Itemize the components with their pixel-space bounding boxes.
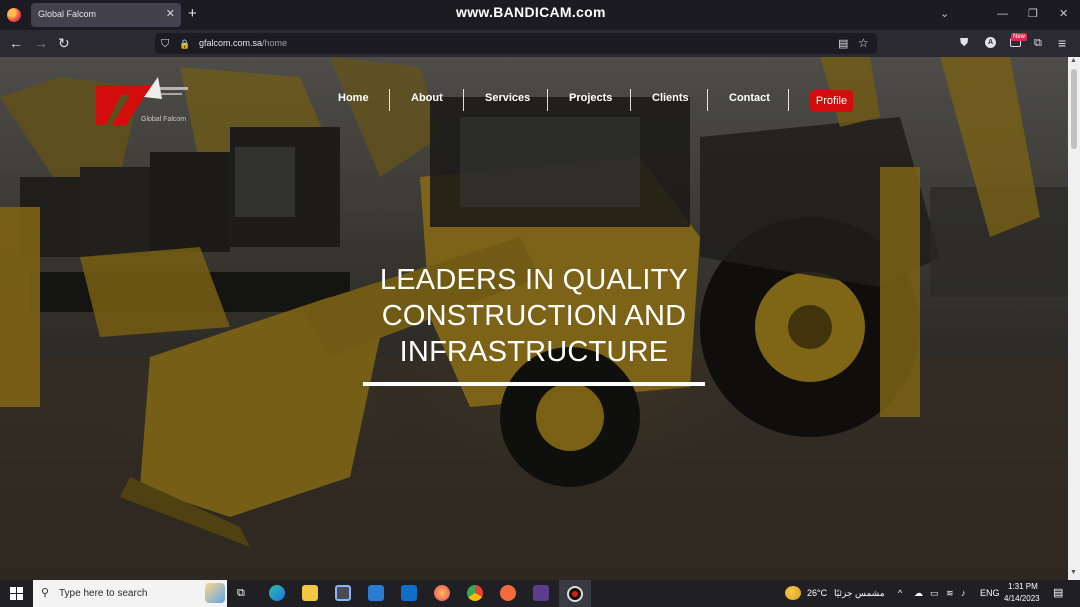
nav-divider	[707, 89, 708, 111]
list-tabs-icon[interactable]: ⌄	[940, 6, 949, 22]
language-indicator[interactable]: ENG	[980, 588, 1000, 598]
hero-heading: LEADERS IN QUALITY CONSTRUCTION AND INFR…	[334, 262, 734, 370]
firefox-logo-icon[interactable]	[7, 8, 21, 22]
scroll-up-icon[interactable]: ▲	[1070, 57, 1077, 64]
nav-clients[interactable]: Clients	[652, 92, 689, 104]
hero-line-2: CONSTRUCTION AND	[381, 300, 687, 332]
nav-divider	[463, 89, 464, 111]
firefox-taskbar-icon[interactable]	[434, 585, 450, 601]
pocket-icon[interactable]: ⛊	[960, 35, 968, 51]
restore-button[interactable]: ❐	[1028, 6, 1038, 22]
nav-about[interactable]: About	[411, 92, 443, 104]
chevron-up-icon[interactable]: ^	[898, 588, 902, 598]
scroll-thumb[interactable]	[1071, 69, 1077, 149]
logo-caption: Global Falcom	[141, 116, 187, 123]
minimize-button[interactable]: —	[997, 6, 1008, 22]
hero-underline	[363, 382, 705, 386]
store-icon[interactable]	[335, 585, 351, 601]
forward-icon[interactable]: →	[34, 35, 48, 51]
nav-divider	[547, 89, 548, 111]
bandicam-watermark: www.BANDICAM.com	[456, 4, 606, 20]
lock-icon[interactable]: 🔒	[179, 36, 190, 52]
hero-line-1: LEADERS IN QUALITY	[379, 264, 689, 296]
weather-description[interactable]: مشمس جزئيًا	[834, 588, 885, 599]
new-badge: New	[1011, 33, 1028, 41]
menu-icon[interactable]: ≡	[1058, 35, 1066, 51]
taskbar-search-box[interactable]: ⚲ Type here to search	[33, 580, 227, 607]
mail-icon[interactable]	[368, 585, 384, 601]
back-icon[interactable]: ←	[9, 35, 23, 51]
record-icon	[567, 586, 583, 602]
title-bar: Global Falcom ✕ + www.BANDICAM.com ⌄ — ❐…	[0, 0, 1080, 30]
tab-global-falcom[interactable]: Global Falcom ✕	[31, 3, 181, 27]
vscode-icon[interactable]	[401, 585, 417, 601]
tab-title: Global Falcom	[38, 9, 97, 19]
nav-contact[interactable]: Contact	[729, 92, 770, 104]
reader-view-icon[interactable]: ▤	[838, 36, 848, 52]
nav-home[interactable]: Home	[338, 92, 369, 104]
hero-line-3: INFRASTRUCTURE	[399, 336, 669, 368]
nav-divider	[788, 89, 789, 111]
new-tab-button[interactable]: +	[188, 5, 197, 23]
close-window-button[interactable]: ✕	[1059, 6, 1068, 22]
profile-button[interactable]: Profile	[810, 90, 853, 112]
extensions-icon[interactable]: ⧉	[1034, 35, 1042, 51]
file-explorer-icon[interactable]	[302, 585, 318, 601]
chrome-icon[interactable]	[467, 585, 483, 601]
clock-date[interactable]: 4/14/2023	[1004, 594, 1040, 603]
bookmark-star-icon[interactable]: ☆	[858, 35, 869, 51]
wifi-icon[interactable]: ≋	[946, 588, 954, 599]
browser-window: Global Falcom ✕ + www.BANDICAM.com ⌄ — ❐…	[0, 0, 1080, 580]
onedrive-icon[interactable]: ☁	[914, 588, 923, 599]
search-placeholder: Type here to search	[59, 588, 148, 599]
nav-projects[interactable]: Projects	[569, 92, 612, 104]
nav-divider	[630, 89, 631, 111]
navigation-toolbar: ← → ↻ ⛉ 🔒 gfalcom.com.sa/home ▤ ☆ ⛊ A Ne…	[0, 30, 1080, 57]
windows-start-icon[interactable]	[10, 587, 23, 600]
weather-icon[interactable]	[785, 586, 801, 600]
notifications-icon[interactable]: ▤	[1053, 586, 1063, 599]
url-text: gfalcom.com.sa/home	[199, 38, 287, 48]
search-icon: ⚲	[41, 587, 50, 599]
address-bar[interactable]: ⛉ 🔒 gfalcom.com.sa/home ▤ ☆	[155, 33, 877, 54]
edge-icon[interactable]	[269, 585, 285, 601]
windows-taskbar: ⚲ Type here to search ⧉ 26°C مشمس جزئيًا…	[0, 580, 1080, 607]
reload-icon[interactable]: ↻	[58, 35, 70, 51]
shield-icon[interactable]: ⛉	[161, 36, 169, 52]
weather-temperature[interactable]: 26°C	[807, 588, 827, 598]
scroll-down-icon[interactable]: ▼	[1070, 569, 1077, 576]
tab-close-icon[interactable]: ✕	[166, 7, 175, 21]
url-host: gfalcom.com.sa	[199, 38, 263, 48]
nav-services[interactable]: Services	[485, 92, 530, 104]
page-viewport: Global Falcom Home About Services Projec…	[0, 57, 1068, 580]
postman-icon[interactable]	[500, 585, 516, 601]
clock-time[interactable]: 1:31 PM	[1008, 582, 1038, 591]
battery-icon[interactable]: ▭	[930, 588, 939, 599]
page-scrollbar[interactable]: ▲ ▼	[1068, 57, 1080, 580]
volume-icon[interactable]: ♪	[961, 588, 966, 598]
url-path: /home	[262, 38, 288, 48]
app-icon[interactable]	[533, 585, 549, 601]
nav-divider	[389, 89, 390, 111]
bandicam-active-app[interactable]	[559, 580, 591, 607]
task-view-icon[interactable]: ⧉	[237, 587, 245, 600]
search-highlight-icon	[205, 583, 225, 603]
account-icon[interactable]: A	[985, 37, 996, 48]
